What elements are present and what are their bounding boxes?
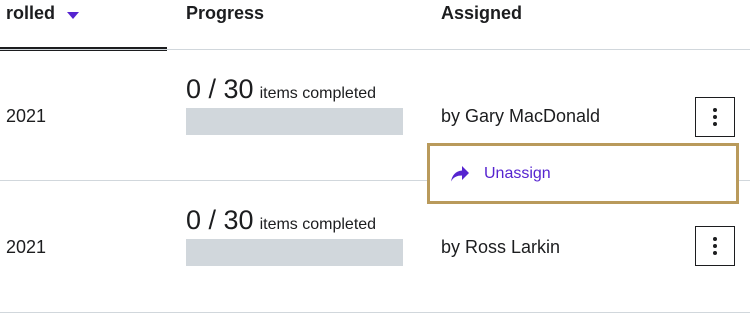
progress-suffix: items completed xyxy=(259,85,377,102)
row-divider xyxy=(0,312,750,313)
progress-count: 0 / 30 xyxy=(186,74,254,104)
unassign-label: Unassign xyxy=(484,164,551,182)
progress-suffix: items completed xyxy=(259,216,377,233)
kebab-dot xyxy=(713,251,717,255)
column-header-progress: Progress xyxy=(186,3,265,23)
unassign-menu-item[interactable]: Unassign xyxy=(430,146,736,201)
kebab-dot xyxy=(713,115,717,119)
assignments-table: rolled Progress Assigned 2021 0 / 30 ite… xyxy=(0,0,750,330)
kebab-dot xyxy=(713,108,717,112)
progress-summary: 0 / 30 items completed xyxy=(186,205,376,236)
progress-summary: 0 / 30 items completed xyxy=(186,74,376,105)
assigned-by: by Ross Larkin xyxy=(441,237,561,257)
progress-bar xyxy=(186,108,403,135)
assigned-by: by Gary MacDonald xyxy=(441,106,601,126)
progress-bar xyxy=(186,239,403,266)
column-header-enrolled-label: rolled xyxy=(6,3,56,23)
row-actions-menu-button[interactable] xyxy=(695,226,735,266)
column-header-enrolled[interactable]: rolled xyxy=(6,3,80,24)
row-actions-menu-button[interactable] xyxy=(695,97,735,137)
column-header-assigned: Assigned xyxy=(441,3,523,23)
share-arrow-icon xyxy=(450,164,470,184)
row-actions-dropdown: Unassign xyxy=(427,143,739,204)
kebab-dot xyxy=(713,244,717,248)
sort-descending-icon[interactable] xyxy=(67,12,80,19)
enrolled-date: 2021 xyxy=(6,106,47,126)
kebab-dot xyxy=(713,237,717,241)
kebab-dot xyxy=(713,122,717,126)
enrolled-date: 2021 xyxy=(6,237,47,257)
progress-count: 0 / 30 xyxy=(186,205,254,235)
